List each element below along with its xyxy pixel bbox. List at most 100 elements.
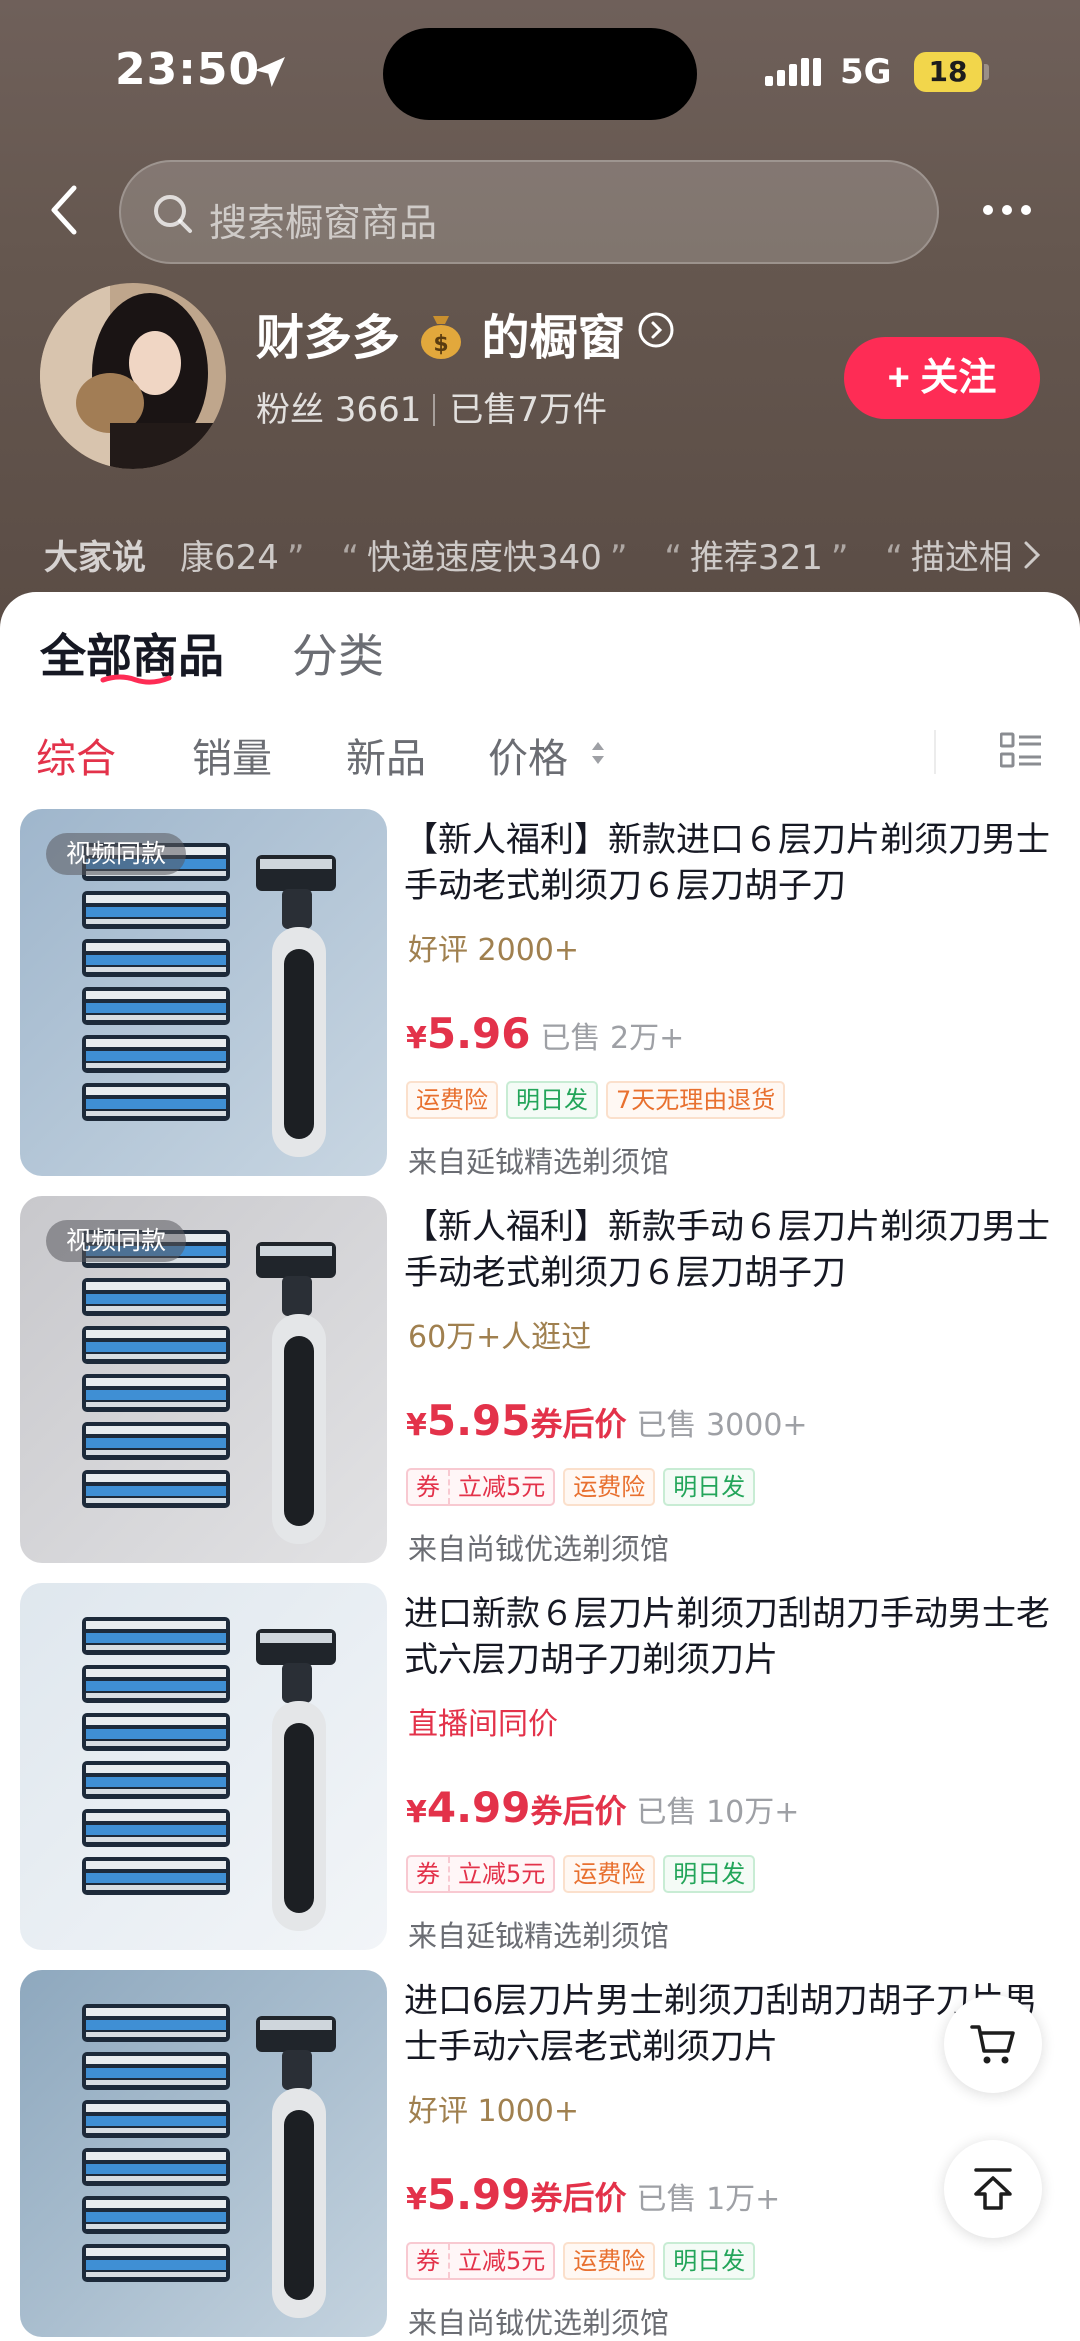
sort-toggle-icon: [592, 742, 604, 764]
product-card[interactable]: 进口6层刀片男士剃须刀刮胡刀胡子刀片男士手动六层老式剃须刀片 好评 1000+ …: [0, 1970, 1080, 2340]
sort-new[interactable]: 新品: [346, 726, 426, 784]
sort-sales[interactable]: 销量: [192, 726, 272, 784]
shop-stats: 粉丝 3661 已售7万件: [256, 382, 607, 431]
sort-bar: 综合 销量 新品 价格: [0, 702, 1080, 802]
service-tag: 明日发: [663, 2242, 756, 2280]
product-title: 【新人福利】新款进口６层刀片剃须刀男士手动老式剃须刀６层刀胡子刀: [404, 820, 1050, 906]
price-row: ¥5.96 已售 2万+: [406, 1009, 684, 1058]
battery-indicator: 18: [914, 52, 982, 92]
product-highlight: 60万+人逛过: [408, 1320, 592, 1355]
shop-info-arrow-icon[interactable]: [636, 310, 676, 350]
sold-count: 已售 10万+: [636, 1795, 800, 1830]
video-same-badge: 视频同款: [46, 1220, 187, 1262]
currency-symbol: ¥: [406, 1021, 427, 1056]
tag-row: 券立减5元 运费险 明日发: [406, 1468, 763, 1506]
tag-row: 券立减5元 运费险 明日发: [406, 1855, 763, 1893]
review-chip: “推荐321”: [664, 538, 849, 578]
search-input[interactable]: 搜索橱窗商品: [119, 160, 939, 264]
sold-count: 已售 1万+: [636, 2182, 781, 2217]
reviews-bar[interactable]: 大家说 康624” “快递速度快340” “推荐321” “描述相符173: [0, 520, 1080, 584]
product-price: 4.99: [426, 1783, 531, 1832]
sold-count: 已售 2万+: [540, 1021, 685, 1056]
list-view-icon[interactable]: [1000, 732, 1042, 770]
product-thumbnail[interactable]: [20, 1583, 387, 1950]
follow-button[interactable]: + 关注: [844, 337, 1040, 419]
tab-category[interactable]: 分类: [292, 620, 384, 686]
service-tag: 明日发: [663, 1468, 756, 1506]
product-thumbnail[interactable]: 视频同款: [20, 1196, 387, 1563]
more-dots-icon[interactable]: [982, 200, 1032, 220]
service-tag: 明日发: [506, 1081, 598, 1119]
location-arrow-icon: [255, 57, 285, 87]
shop-header: 23:50 5G 18 搜索橱窗商品 财多多 $ 的橱窗 粉丝 3661 已售7…: [0, 0, 1080, 640]
status-time: 23:50: [115, 44, 261, 95]
service-tag: 明日发: [663, 1855, 756, 1893]
search-icon: [154, 195, 192, 233]
sort-overall[interactable]: 综合: [36, 726, 116, 784]
price-row: ¥5.99券后价 已售 1万+: [406, 2170, 780, 2219]
currency-symbol: ¥: [406, 1408, 427, 1443]
product-highlight: 直播间同价: [408, 1707, 558, 1742]
shop-name-suffix: 的橱窗: [481, 310, 626, 366]
avatar[interactable]: [40, 283, 226, 469]
product-highlight: 好评 2000+: [408, 933, 580, 968]
service-tag: 运费险: [563, 1855, 656, 1893]
store-source[interactable]: 来自延钺精选剃须馆: [408, 1139, 669, 1181]
tag-row: 运费险 明日发 7天无理由退货: [406, 1081, 793, 1119]
product-thumbnail[interactable]: [20, 1970, 387, 2337]
product-title: 进口新款６层刀片剃须刀刮胡刀手动男士老式六层刀胡子刀剃须刀片: [404, 1594, 1050, 1680]
product-thumbnail[interactable]: 视频同款: [20, 809, 387, 1176]
fans-count: 粉丝 3661: [256, 390, 422, 430]
product-highlight: 好评 1000+: [408, 2094, 580, 2129]
tag-row: 券立减5元 运费险 明日发: [406, 2242, 763, 2280]
product-title: 【新人福利】新款手动６层刀片剃须刀男士手动老式剃须刀６层刀胡子刀: [404, 1207, 1050, 1293]
coupon-tag: 券立减5元: [406, 2242, 556, 2280]
after-coupon-label: 券后价: [530, 2179, 627, 2217]
price-row: ¥5.95券后价 已售 3000+: [406, 1396, 808, 1445]
review-chip: “描述相符173: [885, 538, 1010, 578]
sort-price[interactable]: 价格: [488, 726, 568, 784]
price-row: ¥4.99券后价 已售 10万+: [406, 1783, 799, 1832]
avatar-photo: [40, 283, 226, 469]
dynamic-island: [383, 28, 697, 120]
review-chips: 康624” “快递速度快340” “推荐321” “描述相符173: [180, 530, 1010, 579]
money-bag-icon: $: [420, 316, 461, 359]
cart-button[interactable]: [944, 1995, 1042, 2093]
shop-title: 财多多 $ 的橱窗: [256, 298, 625, 368]
service-tag: 7天无理由退货: [606, 1081, 786, 1119]
product-sheet: 全部商品 分类 综合 销量 新品 价格 视频同款 【新人福利】新款进口６层刀片剃…: [0, 592, 1080, 2341]
currency-symbol: ¥: [406, 1795, 427, 1830]
shop-name: 财多多: [256, 310, 401, 366]
network-type: 5G: [840, 52, 892, 92]
back-arrow-icon[interactable]: [44, 180, 84, 240]
stats-divider: [433, 394, 436, 426]
product-card[interactable]: 视频同款 【新人福利】新款进口６层刀片剃须刀男士手动老式剃须刀６层刀胡子刀 好评…: [0, 809, 1080, 1179]
search-placeholder: 搜索橱窗商品: [209, 201, 438, 245]
store-source[interactable]: 来自延钺精选剃须馆: [408, 1913, 669, 1955]
reviews-lead: 大家说: [44, 538, 146, 578]
video-same-badge: 视频同款: [46, 833, 187, 875]
store-source[interactable]: 来自尚钺优选剃须馆: [408, 1526, 669, 1568]
chevron-right-icon: [1024, 541, 1041, 569]
after-coupon-label: 券后价: [530, 1792, 627, 1830]
sold-count: 已售7万件: [449, 390, 607, 430]
back-to-top-icon: [974, 2168, 1012, 2210]
back-to-top-button[interactable]: [944, 2140, 1042, 2238]
sold-count: 已售 3000+: [636, 1408, 808, 1443]
product-image: [20, 1970, 387, 2337]
store-source[interactable]: 来自尚钺优选剃须馆: [408, 2300, 669, 2341]
product-card[interactable]: 进口新款６层刀片剃须刀刮胡刀手动男士老式六层刀胡子刀剃须刀片 直播间同价 ¥4.…: [0, 1583, 1080, 1953]
svg-text:$: $: [433, 332, 448, 357]
battery-tip: [984, 64, 989, 80]
service-tag: 运费险: [406, 1081, 498, 1119]
cellular-signal-icon: [765, 58, 821, 86]
coupon-tag: 券立减5元: [406, 1855, 556, 1893]
sort-divider: [934, 730, 936, 774]
after-coupon-label: 券后价: [530, 1405, 627, 1443]
service-tag: 运费险: [563, 2242, 656, 2280]
review-chip: “快递速度快340”: [341, 538, 628, 578]
tab-bar: 全部商品 分类: [0, 592, 1080, 702]
coupon-tag: 券立减5元: [406, 1468, 556, 1506]
product-card[interactable]: 视频同款 【新人福利】新款手动６层刀片剃须刀男士手动老式剃须刀６层刀胡子刀 60…: [0, 1196, 1080, 1566]
currency-symbol: ¥: [406, 2182, 427, 2217]
